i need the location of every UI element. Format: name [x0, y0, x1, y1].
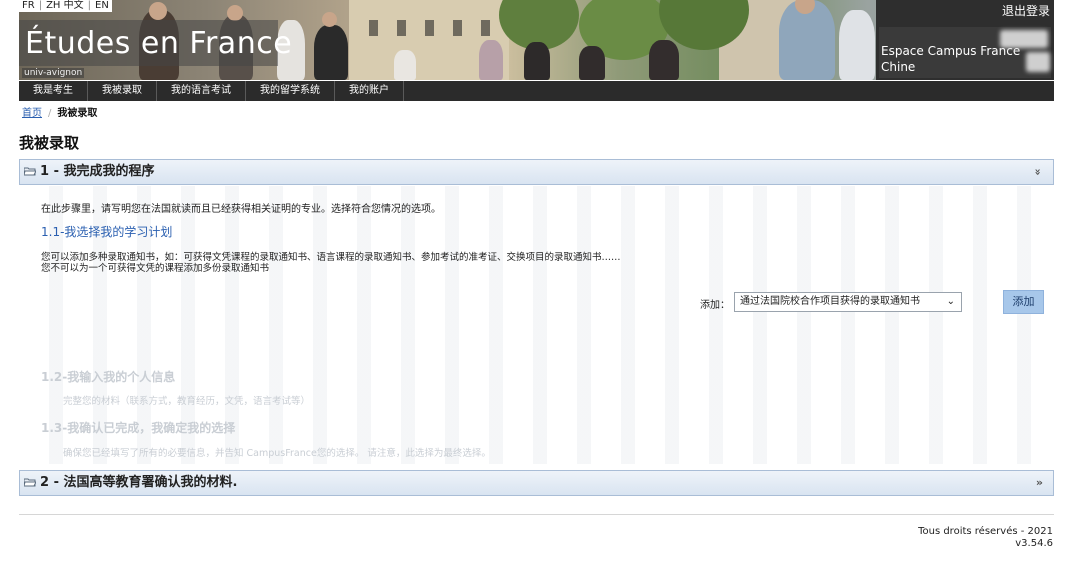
section-1-intro: 在此步骤里，请写明您在法国就读而且已经获得相关证明的专业。选择符合您情况的选项。 [41, 204, 441, 215]
footer-divider [19, 514, 1054, 515]
section-2-header[interactable]: 2 - 法国高等教育署确认我的材料. » [19, 470, 1054, 496]
lang-en-link[interactable]: EN [95, 0, 109, 12]
folder-open-icon [24, 167, 36, 176]
header-banner: FR | ZH 中文 | EN Études en France univ-av… [19, 0, 1054, 80]
main-nav: 我是考生 我被录取 我的语言考试 我的留学系统 我的账户 [19, 81, 1054, 101]
nav-item-study-system[interactable]: 我的留学系统 [246, 81, 335, 101]
lang-separator: | [38, 0, 43, 11]
add-label: 添加： [700, 300, 730, 311]
section-1-header[interactable]: 1 - 我完成我的程序 » [19, 159, 1054, 185]
account-panel: 退出登录 Espace Campus France Chine [876, 0, 1054, 80]
redacted-blur [1000, 30, 1048, 48]
breadcrumb-separator: / [48, 108, 52, 119]
step-1-2-description: 完整您的材料（联系方式，教育经历，文凭，语言考试等） [63, 396, 311, 407]
page-title: 我被录取 [19, 134, 80, 152]
breadcrumb-home-link[interactable]: 首页 [22, 107, 42, 120]
site-logo[interactable]: Études en France [25, 24, 292, 64]
footer-copyright: Tous droits réservés - 2021 [918, 526, 1053, 537]
step-1-1-title: 1.1-我选择我的学习计划 [41, 225, 173, 239]
nav-item-admitted[interactable]: 我被录取 [88, 81, 157, 101]
nav-item-account[interactable]: 我的账户 [335, 81, 404, 101]
step-1-1-note: 您不可以为一个可获得文凭的课程添加多份录取通知书 [41, 263, 270, 274]
section-1-title: 1 - 我完成我的程序 [40, 164, 155, 179]
nav-item-language-tests[interactable]: 我的语言考试 [157, 81, 246, 101]
redacted-blur [1026, 52, 1050, 72]
section-2-title: 2 - 法国高等教育署确认我的材料. [40, 475, 238, 490]
lang-separator: | [87, 0, 92, 11]
admission-type-select[interactable]: 通过法国院校合作项目获得的录取通知书 ⌄ [734, 292, 962, 312]
breadcrumb: 首页 / 我被录取 [22, 107, 97, 120]
language-switcher: FR | ZH 中文 | EN [19, 0, 112, 12]
university-label: univ-avignon [22, 68, 85, 78]
collapse-chevron-icon[interactable]: » [1025, 168, 1049, 175]
step-1-2-title: 1.2-我输入我的个人信息 [41, 370, 176, 384]
add-button[interactable]: 添加 [1003, 290, 1044, 314]
breadcrumb-current: 我被录取 [57, 108, 98, 119]
lang-fr-link[interactable]: FR [22, 0, 35, 12]
lang-zh-link[interactable]: ZH 中文 [46, 0, 84, 12]
chevron-down-icon: ⌄ [946, 296, 955, 307]
folder-open-icon [24, 478, 36, 487]
nav-item-candidate[interactable]: 我是考生 [19, 81, 88, 101]
footer-version: v3.54.6 [1015, 538, 1053, 549]
admission-type-value: 通过法国院校合作项目获得的录取通知书 [740, 296, 920, 307]
step-1-1-description: 您可以添加多种录取通知书，如：可获得文凭课程的录取通知书、语言课程的录取通知书、… [41, 252, 621, 263]
step-1-3-title: 1.3-我确认已完成，我确定我的选择 [41, 421, 236, 435]
expand-chevron-icon[interactable]: » [1036, 471, 1043, 495]
step-1-3-description: 确保您已经填写了所有的必要信息，并告知 CampusFrance您的选择。 请注… [63, 448, 491, 459]
logout-button[interactable]: 退出登录 [1002, 2, 1050, 20]
